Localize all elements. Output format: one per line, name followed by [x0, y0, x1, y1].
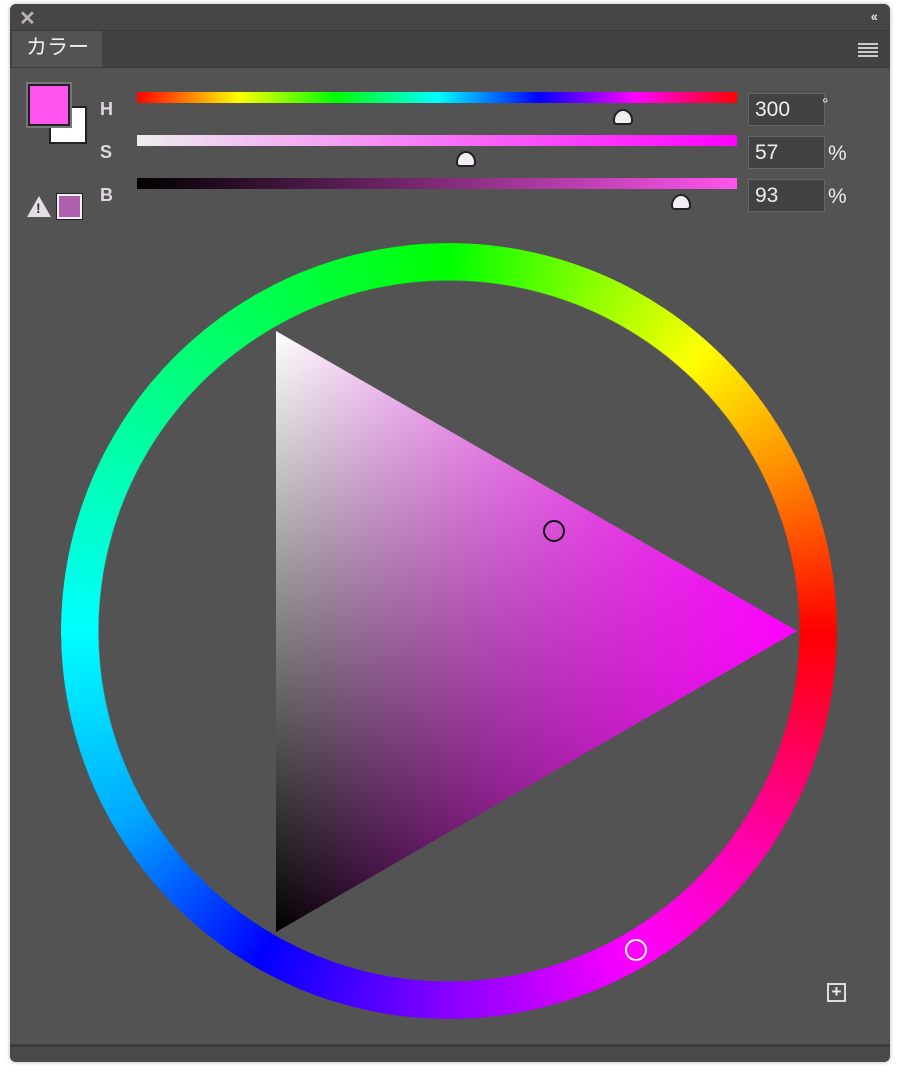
color-triangle-hue-overlay	[276, 331, 797, 932]
plus-square-icon[interactable]: +	[827, 983, 846, 1002]
color-panel: ✕ ‹‹ カラー ! H S B 300 57 93 ° % % +	[10, 4, 890, 1062]
color-triangle-layer	[276, 331, 797, 961]
hue-ring-marker[interactable]	[625, 939, 647, 961]
resize-grip[interactable]	[10, 1044, 890, 1062]
